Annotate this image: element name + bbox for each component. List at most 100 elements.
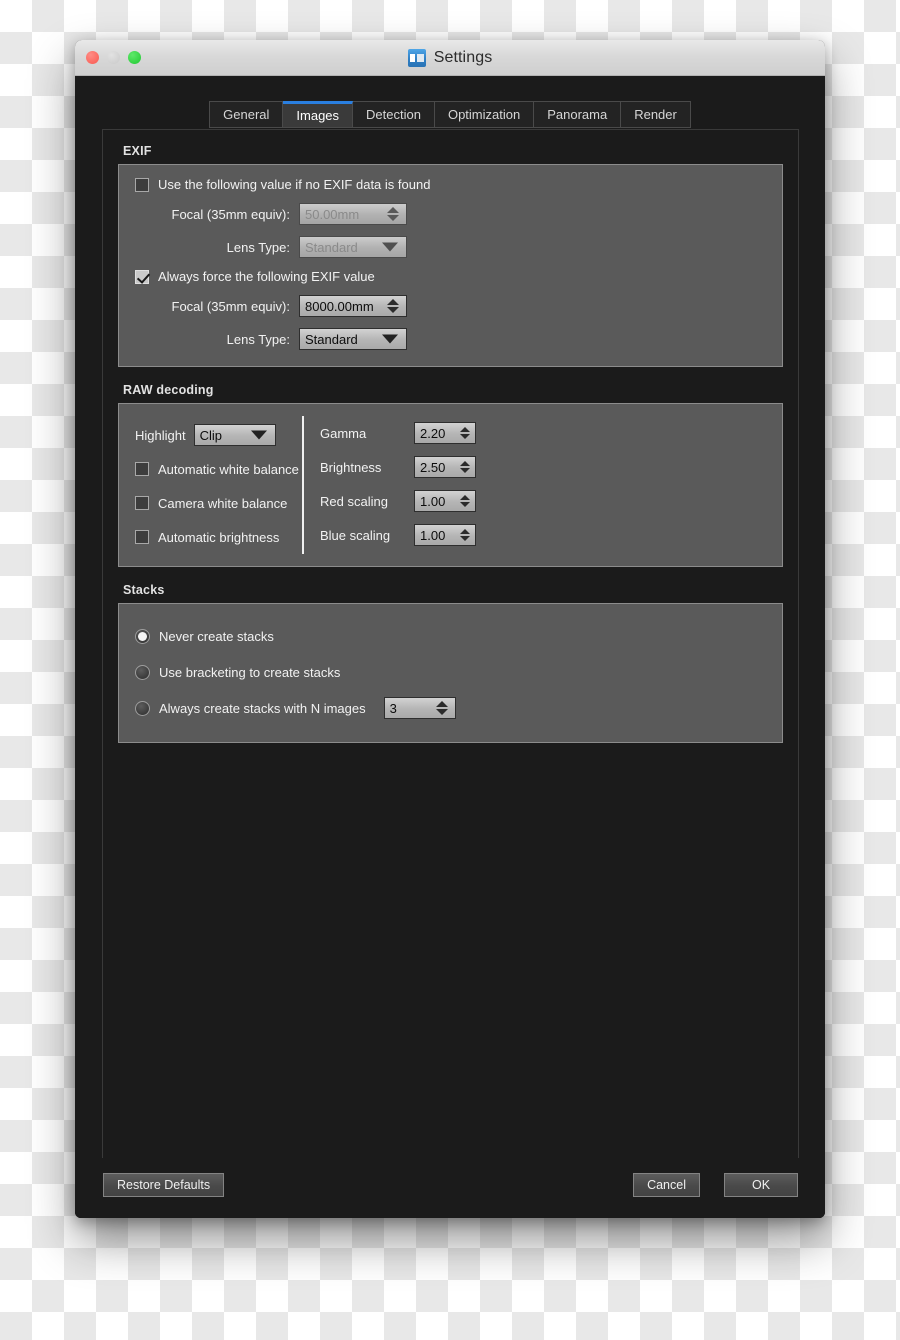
- force-lens-row: Lens Type: Standard: [164, 328, 766, 350]
- arrow-down-icon[interactable]: [387, 215, 399, 221]
- gamma-row: Gamma 2.20: [320, 416, 476, 450]
- tab-general[interactable]: General: [209, 101, 284, 128]
- gamma-value: 2.20: [420, 425, 446, 441]
- exif-group-title: EXIF: [123, 144, 152, 158]
- use-bracketing-row[interactable]: Use bracketing to create stacks: [135, 654, 766, 690]
- arrow-down-icon[interactable]: [460, 434, 470, 439]
- default-focal-row: Focal (35mm equiv): 50.00mm: [164, 203, 766, 225]
- force-exif-checkbox[interactable]: [135, 269, 149, 284]
- chevron-down-icon[interactable]: [382, 242, 398, 252]
- default-lens-label: Lens Type:: [226, 239, 290, 255]
- stacks-group: Never create stacks Use bracketing to cr…: [118, 603, 783, 743]
- gamma-spinner[interactable]: 2.20: [414, 422, 476, 444]
- arrow-up-icon[interactable]: [435, 701, 448, 707]
- always-create-stacks-label: Always create stacks with N images: [159, 700, 366, 716]
- chevron-down-icon[interactable]: [382, 334, 398, 344]
- blue-scaling-row: Blue scaling 1.00: [320, 518, 476, 552]
- blue-scaling-spinner[interactable]: 1.00: [414, 524, 476, 546]
- window-titlebar: Settings: [75, 40, 825, 76]
- stepper-arrows-icon[interactable]: [387, 299, 399, 313]
- stepper-arrows-icon[interactable]: [460, 461, 470, 473]
- arrow-up-icon[interactable]: [387, 299, 399, 305]
- use-bracketing-label: Use bracketing to create stacks: [159, 664, 341, 680]
- highlight-label: Highlight: [135, 427, 186, 443]
- auto-white-balance-row[interactable]: Automatic white balance: [135, 452, 300, 486]
- auto-brightness-label: Automatic brightness: [158, 529, 280, 545]
- default-focal-spinner[interactable]: 50.00mm: [299, 203, 407, 225]
- camera-white-balance-checkbox[interactable]: [135, 496, 149, 510]
- arrow-down-icon[interactable]: [460, 468, 470, 473]
- arrow-down-icon[interactable]: [460, 502, 470, 507]
- ok-button[interactable]: OK: [724, 1173, 798, 1197]
- tab-render[interactable]: Render: [621, 101, 691, 128]
- gamma-label: Gamma: [320, 425, 367, 441]
- always-create-stacks-radio[interactable]: [135, 700, 150, 716]
- force-exif-checkbox-row[interactable]: Always force the following EXIF value: [135, 269, 766, 284]
- arrow-down-icon[interactable]: [460, 536, 470, 541]
- brightness-row: Brightness 2.50: [320, 450, 476, 484]
- raw-right-column: Gamma 2.20 Brightness 2.50 Red scaling 1…: [320, 416, 476, 554]
- auto-brightness-row[interactable]: Automatic brightness: [135, 520, 300, 554]
- zoom-button[interactable]: [128, 51, 141, 64]
- red-scaling-spinner[interactable]: 1.00: [414, 490, 476, 512]
- default-focal-label: Focal (35mm equiv):: [171, 206, 290, 222]
- tab-detection[interactable]: Detection: [353, 101, 435, 128]
- default-focal-value: 50.00mm: [305, 206, 360, 222]
- tab-optimization[interactable]: Optimization: [434, 101, 535, 128]
- always-create-stacks-row[interactable]: Always create stacks with N images 3: [135, 690, 766, 726]
- camera-white-balance-label: Camera white balance: [158, 495, 288, 511]
- red-scaling-value: 1.00: [420, 493, 446, 509]
- raw-column-separator: [302, 416, 304, 554]
- images-settings-panel: EXIF Use the following value if no EXIF …: [102, 129, 799, 1193]
- stepper-arrows-icon[interactable]: [387, 207, 399, 221]
- use-default-exif-checkbox[interactable]: [135, 177, 149, 192]
- auto-brightness-checkbox[interactable]: [135, 530, 149, 544]
- arrow-up-icon[interactable]: [387, 207, 399, 213]
- n-images-spinner[interactable]: 3: [383, 697, 456, 719]
- raw-left-column: Highlight Clip Automatic white balance C…: [135, 416, 300, 554]
- never-create-stacks-radio[interactable]: [135, 628, 150, 644]
- highlight-dropdown[interactable]: Clip: [193, 424, 276, 446]
- tab-images[interactable]: Images: [283, 101, 354, 128]
- never-create-stacks-label: Never create stacks: [159, 628, 274, 644]
- auto-white-balance-label: Automatic white balance: [158, 461, 299, 477]
- blue-scaling-value: 1.00: [420, 527, 446, 543]
- camera-white-balance-row[interactable]: Camera white balance: [135, 486, 300, 520]
- minimize-button[interactable]: [107, 51, 120, 64]
- default-lens-row: Lens Type: Standard: [164, 236, 766, 258]
- use-default-exif-checkbox-row[interactable]: Use the following value if no EXIF data …: [135, 177, 766, 192]
- force-focal-value: 8000.00mm: [305, 298, 374, 314]
- red-scaling-row: Red scaling 1.00: [320, 484, 476, 518]
- stepper-arrows-icon[interactable]: [460, 495, 470, 507]
- stepper-arrows-icon[interactable]: [460, 529, 470, 541]
- brightness-label: Brightness: [320, 459, 382, 475]
- arrow-down-icon[interactable]: [435, 709, 448, 715]
- tab-panorama[interactable]: Panorama: [534, 101, 622, 128]
- n-images-value: 3: [389, 700, 397, 716]
- arrow-up-icon[interactable]: [460, 495, 470, 500]
- restore-defaults-button[interactable]: Restore Defaults: [103, 1173, 225, 1197]
- exif-group: Use the following value if no EXIF data …: [118, 164, 783, 367]
- never-create-stacks-row[interactable]: Never create stacks: [135, 618, 766, 654]
- stepper-arrows-icon[interactable]: [460, 427, 470, 439]
- close-button[interactable]: [86, 51, 99, 64]
- stacks-group-title: Stacks: [123, 583, 165, 597]
- brightness-spinner[interactable]: 2.50: [414, 456, 476, 478]
- force-focal-spinner[interactable]: 8000.00mm: [299, 295, 407, 317]
- force-lens-dropdown[interactable]: Standard: [299, 328, 407, 350]
- arrow-up-icon[interactable]: [460, 427, 470, 432]
- stepper-arrows-icon[interactable]: [435, 701, 448, 715]
- use-bracketing-radio[interactable]: [135, 664, 150, 680]
- app-icon: [407, 48, 426, 67]
- arrow-down-icon[interactable]: [387, 307, 399, 313]
- arrow-up-icon[interactable]: [460, 461, 470, 466]
- tab-bar: General Images Detection Optimization Pa…: [75, 101, 825, 128]
- force-focal-row: Focal (35mm equiv): 8000.00mm: [164, 295, 766, 317]
- default-lens-dropdown[interactable]: Standard: [299, 236, 407, 258]
- raw-group-title: RAW decoding: [123, 383, 214, 397]
- arrow-up-icon[interactable]: [460, 529, 470, 534]
- highlight-row: Highlight Clip: [135, 418, 300, 452]
- cancel-button[interactable]: Cancel: [633, 1173, 700, 1197]
- chevron-down-icon[interactable]: [250, 430, 267, 440]
- auto-white-balance-checkbox[interactable]: [135, 462, 149, 476]
